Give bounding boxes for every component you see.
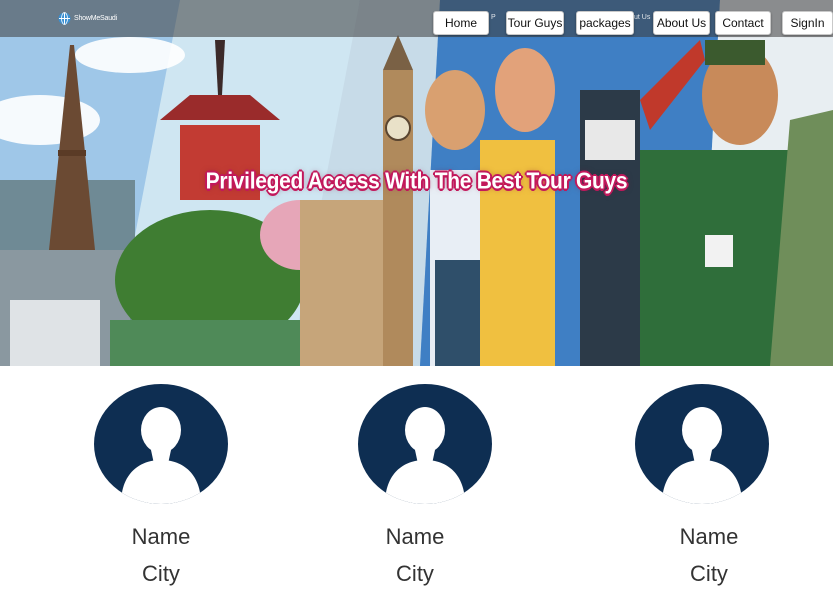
- hero-title: Privileged Access With The Best Tour Guy…: [205, 168, 628, 195]
- guide-name: Name: [385, 524, 445, 549]
- guide-city: City: [396, 561, 434, 586]
- guide-city: City: [690, 561, 728, 586]
- user-silhouette-icon: [662, 407, 742, 504]
- user-silhouette-icon: [385, 407, 465, 504]
- user-silhouette-icon: [121, 407, 201, 504]
- guide-city: City: [142, 561, 180, 586]
- nav-packages-button[interactable]: packages: [576, 11, 634, 35]
- guide-card[interactable]: Name City: [315, 366, 515, 608]
- hero-banner: ShowMeSaudi P ut Us Home Tour Guys packa…: [0, 0, 833, 366]
- nav-hidden-fragment: ut Us: [634, 14, 651, 21]
- nav-hidden-fragment: P: [491, 14, 496, 21]
- guide-card[interactable]: Name City: [61, 366, 261, 608]
- globe-logo-icon: [58, 11, 71, 25]
- guide-card[interactable]: Name City: [609, 366, 809, 608]
- avatar: [94, 384, 228, 504]
- nav-contact-button[interactable]: Contact: [715, 11, 771, 35]
- tour-guides-section: Name City Name City Name City: [0, 366, 833, 608]
- top-navigation-bar: ShowMeSaudi P ut Us Home Tour Guys packa…: [0, 0, 833, 37]
- nav-tour-guys-button[interactable]: Tour Guys: [506, 11, 564, 35]
- avatar: [358, 384, 492, 504]
- nav-about-us-button[interactable]: About Us: [653, 11, 710, 35]
- site-logo[interactable]: ShowMeSaudi: [58, 10, 117, 26]
- nav-home-button[interactable]: Home: [433, 11, 489, 35]
- logo-text: ShowMeSaudi: [74, 14, 117, 22]
- guide-name: Name: [679, 524, 739, 549]
- avatar: [635, 384, 769, 504]
- guide-name: Name: [131, 524, 191, 549]
- nav-signin-button[interactable]: SignIn: [782, 11, 833, 35]
